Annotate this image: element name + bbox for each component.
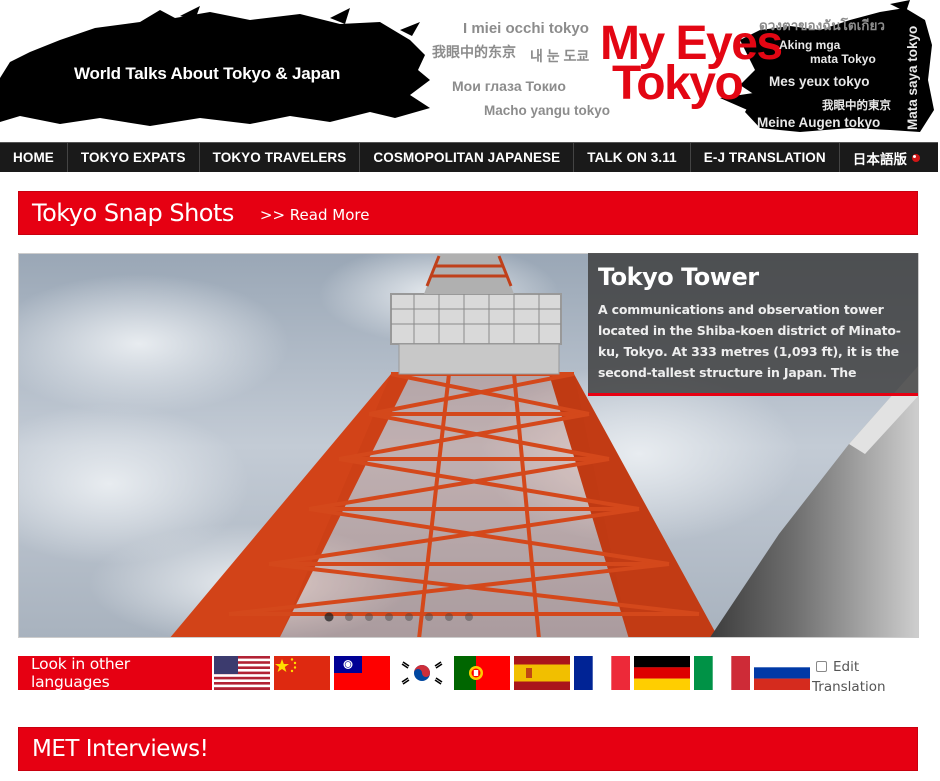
nav-item-cosmopolitan-japanese[interactable]: COSMOPOLITAN JAPANESE (360, 143, 575, 172)
site-header: World Talks About Tokyo & Japan I miei o… (0, 0, 940, 142)
flag-italy-icon[interactable] (694, 656, 750, 690)
flag-taiwan-icon[interactable] (334, 656, 390, 690)
main-nav: HOME TOKYO EXPATS TOKYO TRAVELERS COSMOP… (0, 142, 938, 172)
translation-label: Translation (812, 679, 886, 695)
flag-spain-icon[interactable] (514, 656, 570, 690)
nav-item-tokyo-expats[interactable]: TOKYO EXPATS (68, 143, 200, 172)
language-tagline-french: Mes yeux tokyo (769, 74, 870, 89)
language-tagline-thai: ดวงตาของฉันโตเกียว (759, 18, 885, 33)
met-interviews-title[interactable]: MET Interviews! (32, 736, 209, 762)
flag-usa-icon[interactable] (214, 656, 270, 690)
edit-translation-control[interactable]: Edit Translation (812, 657, 886, 697)
flag-china-icon[interactable] (274, 656, 330, 690)
flag-france-icon[interactable] (574, 656, 630, 690)
flag-germany-icon[interactable] (634, 656, 690, 690)
site-logo[interactable]: My Eyes Tokyo (600, 20, 783, 108)
slide-title[interactable]: Tokyo Tower (598, 263, 908, 291)
nav-item-tokyo-travelers[interactable]: TOKYO TRAVELERS (200, 143, 361, 172)
language-tagline-russian: Мои глаза Токио (452, 78, 566, 94)
edit-translation-checkbox[interactable] (816, 661, 827, 672)
nav-item-home[interactable]: HOME (0, 143, 68, 172)
site-tagline: World Talks About Tokyo & Japan (74, 64, 341, 83)
flag-russia-icon[interactable] (754, 656, 810, 690)
language-tagline-malay: Mata saya tokyo (905, 25, 920, 130)
snapshots-header: Tokyo Snap Shots >> Read More (18, 191, 918, 235)
nav-item-japanese-label: 日本語版 (852, 151, 908, 167)
language-tagline-korean: 내 눈 도쿄 (530, 48, 590, 64)
nav-item-japanese-version[interactable]: 日本語版 (840, 143, 934, 172)
nav-item-ej-translation[interactable]: E-J TRANSLATION (691, 143, 840, 172)
nav-item-talk-on-311[interactable]: TALK ON 3.11 (574, 143, 691, 172)
flag-portugal-icon[interactable] (454, 656, 510, 690)
language-tagline-filipino-b: mata Tokyo (810, 52, 876, 66)
read-more-link[interactable]: >> Read More (260, 206, 370, 224)
flag-korea-icon[interactable] (394, 656, 450, 690)
language-tagline-chinese-traditional: 我眼中的東京 (822, 100, 891, 112)
japan-badge-icon (911, 153, 921, 163)
language-tagline-filipino-a: Aking mga (779, 38, 841, 52)
language-tagline-italian: I miei occhi tokyo (463, 20, 589, 37)
edit-label: Edit (833, 659, 860, 675)
met-interviews-header: MET Interviews! (18, 727, 918, 771)
language-tagline-swahili: Macho yangu tokyo (484, 103, 611, 118)
snapshots-title[interactable]: Tokyo Snap Shots (32, 199, 234, 227)
other-languages-label: Look in other languages (18, 655, 212, 691)
language-tagline-german: Meine Augen tokyo (757, 115, 881, 130)
slide-caption[interactable]: Tokyo Tower A communications and observa… (588, 253, 918, 396)
slide-description: A communications and observation tower l… (598, 302, 901, 380)
language-tagline-chinese: 我眼中的东京 (432, 44, 516, 60)
